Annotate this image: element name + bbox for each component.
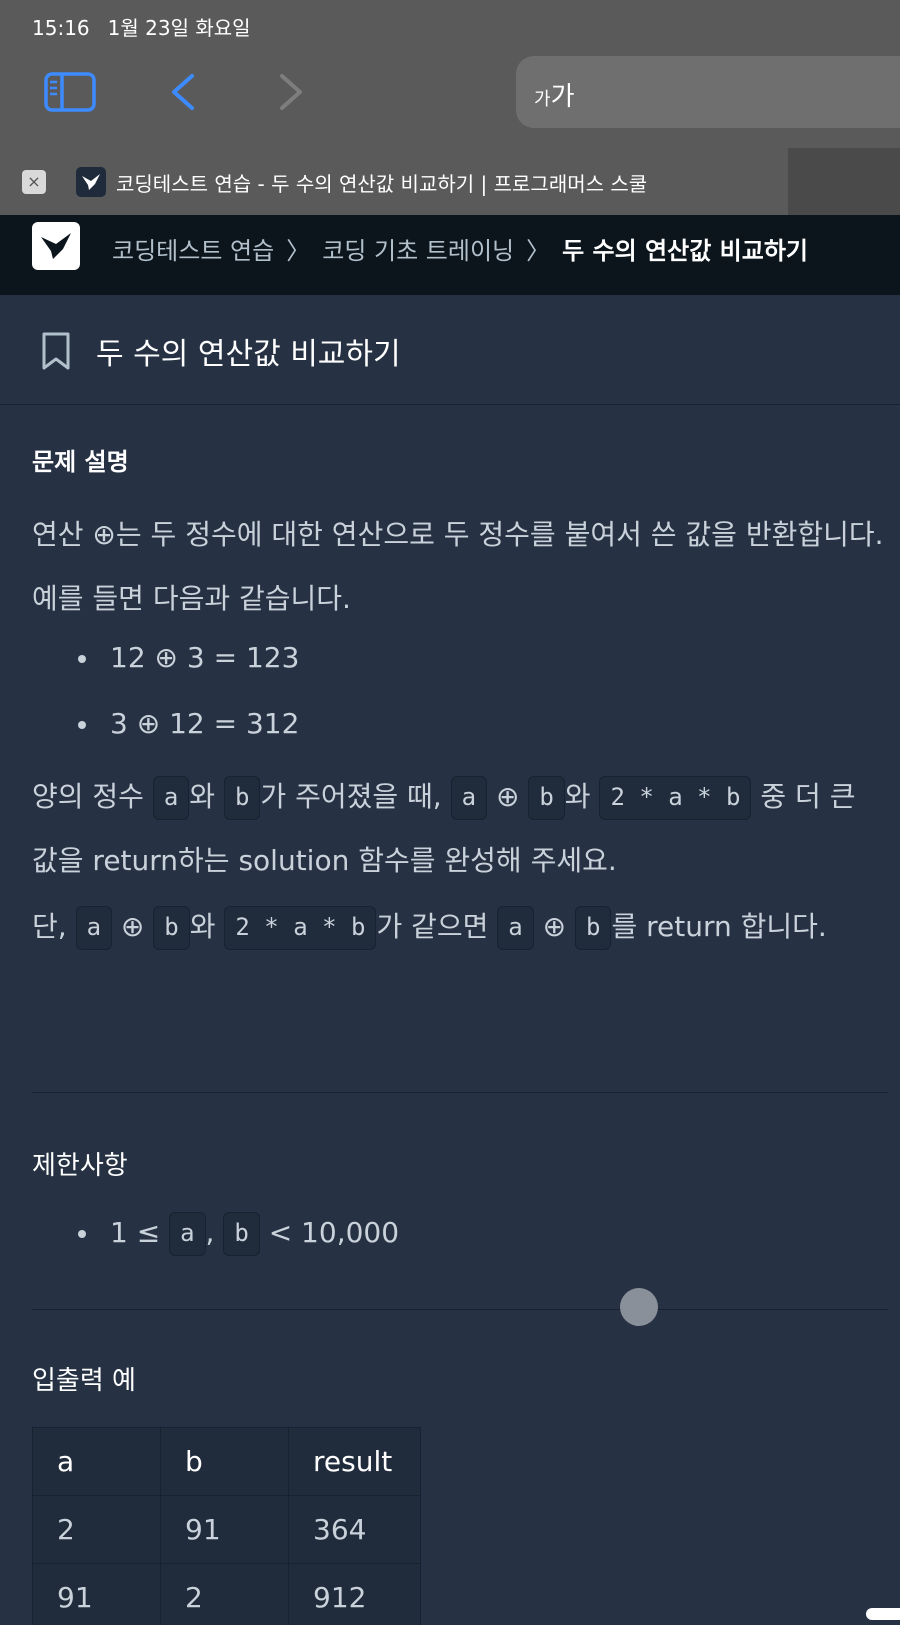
section-heading-description: 문제 설명	[32, 448, 129, 476]
code-a: a	[450, 776, 488, 820]
code-a: a	[152, 776, 190, 820]
problem-paragraph-2: 양의 정수 a와 b가 주어졌을 때, a ⊕ b와 2 * a * b 중 더…	[32, 765, 862, 893]
code-b: b	[223, 776, 261, 820]
table-cell: 364	[288, 1495, 421, 1564]
table-cell: 91	[160, 1495, 289, 1564]
section-heading-io-examples: 입출력 예	[32, 1366, 136, 1396]
table-header-result: result	[288, 1427, 421, 1496]
table-header-a: a	[32, 1427, 161, 1496]
divider	[32, 1309, 888, 1310]
breadcrumb-item-basic-training[interactable]: 코딩 기초 트레이닝	[322, 237, 514, 265]
table-cell: 91	[32, 1563, 161, 1625]
constraint-list: 1 ≤ a, b < 10,000	[76, 1200, 399, 1266]
list-item: 3 ⊕ 12 = 312	[76, 691, 299, 757]
table-header-b: b	[160, 1427, 289, 1496]
code-b: b	[153, 906, 190, 950]
problem-intro: 연산 ⊕는 두 정수에 대한 연산으로 두 정수를 붙여서 쓴 값을 반환합니다…	[32, 518, 884, 615]
example-list: 12 ⊕ 3 = 123 3 ⊕ 12 = 312	[76, 625, 299, 757]
problem-paragraph-3: 단, a ⊕ b와 2 * a * b가 같으면 a ⊕ b를 return 합…	[32, 895, 872, 959]
scroll-handle[interactable]	[620, 1288, 658, 1326]
tab-close-icon[interactable]: ×	[22, 170, 46, 194]
tab-bar: × 코딩테스트 연습 - 두 수의 연산값 비교하기 | 프로그래머스 스쿨	[0, 148, 900, 215]
code-a: a	[497, 906, 534, 950]
status-time: 15:16	[32, 16, 90, 40]
status-date: 1월 23일 화요일	[107, 16, 251, 40]
forward-arrow-icon[interactable]	[276, 72, 306, 112]
list-item: 1 ≤ a, b < 10,000	[76, 1200, 399, 1266]
table-row: 2 91 364	[32, 1495, 421, 1564]
site-favicon-icon	[76, 167, 106, 197]
page-title: 두 수의 연산값 비교하기	[96, 337, 401, 372]
code-expression: 2 * a * b	[224, 906, 377, 950]
table-row: 91 2 912	[32, 1563, 421, 1625]
sidebar-toggle-icon[interactable]	[44, 72, 96, 112]
breadcrumb: 코딩테스트 연습 〉 코딩 기초 트레이닝 〉 두 수의 연산값 비교하기	[112, 231, 808, 266]
tab-title[interactable]: 코딩테스트 연습 - 두 수의 연산값 비교하기 | 프로그래머스 스쿨	[116, 168, 647, 197]
site-header: 코딩테스트 연습 〉 코딩 기초 트레이닝 〉 두 수의 연산값 비교하기	[0, 215, 900, 295]
tab-other[interactable]	[788, 148, 900, 215]
table-cell: 2	[32, 1495, 161, 1564]
status-bar: 15:16 1월 23일 화요일	[32, 12, 251, 41]
bookmark-icon[interactable]	[40, 331, 72, 371]
code-b: b	[575, 906, 612, 950]
list-item: 12 ⊕ 3 = 123	[76, 625, 299, 691]
breadcrumb-separator: 〉	[526, 237, 551, 265]
table-cell: 912	[288, 1563, 421, 1625]
back-arrow-icon[interactable]	[168, 72, 198, 112]
code-a: a	[169, 1212, 206, 1256]
section-heading-constraints: 제한사항	[32, 1151, 128, 1181]
code-expression: 2 * a * b	[599, 776, 752, 820]
breadcrumb-item-current: 두 수의 연산값 비교하기	[562, 237, 808, 265]
code-b: b	[223, 1212, 260, 1256]
code-a: a	[75, 906, 113, 950]
address-bar[interactable]: 가가	[516, 56, 900, 128]
programmers-logo-icon[interactable]	[32, 222, 80, 270]
home-indicator[interactable]	[866, 1608, 900, 1620]
code-b: b	[528, 776, 565, 820]
table-cell: 2	[160, 1563, 289, 1625]
table-header-row: a b result	[32, 1427, 421, 1496]
problem-title-bar: 두 수의 연산값 비교하기	[0, 295, 900, 405]
breadcrumb-item-coding-test[interactable]: 코딩테스트 연습	[112, 237, 274, 265]
breadcrumb-separator: 〉	[286, 237, 311, 265]
reader-text-size-button[interactable]: 가가	[534, 76, 574, 113]
io-example-table: a b result 2 91 364 91 2 912	[32, 1427, 421, 1625]
divider	[32, 1092, 888, 1093]
browser-chrome: 15:16 1월 23일 화요일 가가 × 코딩테스트 연습 - 두 수의 연산값…	[0, 0, 900, 215]
